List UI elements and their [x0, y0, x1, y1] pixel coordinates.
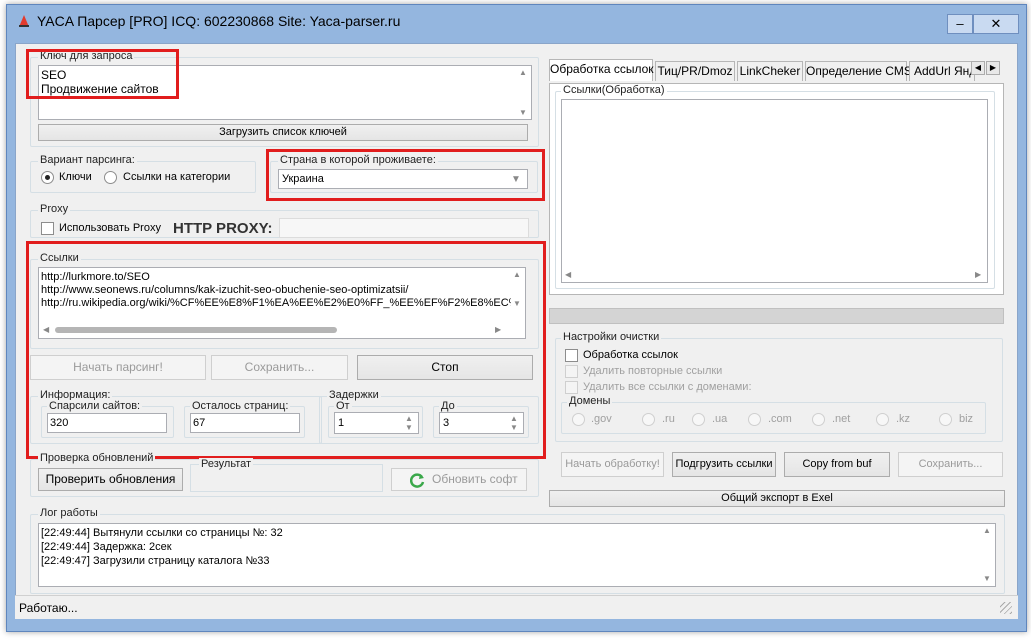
minimize-button[interactable]: –	[947, 14, 973, 34]
check-updates-button[interactable]: Проверить обновления	[38, 468, 183, 491]
remove-domains-checkbox[interactable]	[565, 381, 578, 394]
result-label: Результат	[199, 458, 254, 470]
log-label: Лог работы	[38, 507, 100, 519]
domain-radio[interactable]	[748, 413, 761, 426]
cleanup-label: Настройки очистки	[561, 331, 662, 343]
processing-textarea[interactable]: ◀ ▶	[561, 99, 988, 283]
domain-radio[interactable]	[939, 413, 952, 426]
domain-radio[interactable]	[572, 413, 585, 426]
domain-label: biz	[959, 413, 974, 425]
domain-label: .ru	[662, 413, 675, 425]
tab-scroll-left-icon[interactable]: ◀	[971, 61, 985, 75]
client-area: Ключ для запроса SEO Продвижение сайтов …	[15, 43, 1018, 615]
domain-label: .com	[768, 413, 792, 425]
domain-label: .gov	[591, 413, 612, 425]
proxy-label: Proxy	[38, 203, 71, 215]
log-textarea[interactable]: [22:49:44] Вытянули ссылки со страницы №…	[38, 523, 996, 587]
scroll-down-icon[interactable]: ▼	[519, 108, 527, 117]
remove-duplicates-label: Удалить повторные ссылки	[583, 365, 723, 377]
progress-bar	[549, 308, 1004, 324]
tab-cms-detection[interactable]: Определение CMS	[805, 61, 912, 81]
status-bar: Работаю...	[15, 595, 1018, 619]
close-button[interactable]: ✕	[973, 14, 1019, 34]
domain-radio[interactable]	[642, 413, 655, 426]
highlight-box	[26, 49, 179, 99]
scroll-up-icon[interactable]: ▲	[519, 68, 527, 77]
domain-label: .ua	[712, 413, 728, 425]
scroll-right-icon[interactable]: ▶	[975, 270, 981, 279]
tab-strip: Обработка ссылок Тиц/PR/Dmoz LinkCheker …	[549, 59, 975, 83]
process-links-checkbox[interactable]	[565, 349, 578, 362]
tab-scroll-right-icon[interactable]: ▶	[986, 61, 1000, 75]
update-software-label: Обновить софт	[432, 472, 518, 486]
highlight-box	[26, 241, 546, 459]
radio-category-links[interactable]	[104, 171, 117, 184]
title-bar[interactable]: YACA Парсер [PRO] ICQ: 602230868 Site: Y…	[7, 5, 1026, 37]
scroll-left-icon[interactable]: ◀	[565, 270, 571, 279]
updates-label: Проверка обновлений	[38, 452, 156, 464]
use-proxy-checkbox[interactable]	[41, 222, 54, 235]
log-line: [22:49:44] Вытянули ссылки со страницы №…	[41, 527, 283, 539]
use-proxy-label: Использовать Proxy	[59, 222, 161, 234]
scroll-down-icon[interactable]: ▼	[983, 574, 991, 583]
radio-category-links-label: Ссылки на категории	[123, 171, 231, 183]
update-software-button[interactable]: Обновить софт	[391, 468, 527, 491]
copy-from-buf-button[interactable]: Copy from buf	[784, 452, 890, 477]
domain-radio[interactable]	[812, 413, 825, 426]
log-line: [22:49:47] Загрузили страницу каталога №…	[41, 555, 270, 567]
remove-duplicates-checkbox[interactable]	[565, 365, 578, 378]
scroll-up-icon[interactable]: ▲	[983, 526, 991, 535]
tab-linkchecker[interactable]: LinkCheker	[737, 61, 803, 81]
refresh-icon	[410, 473, 425, 488]
http-proxy-label: HTTP PROXY:	[173, 220, 273, 237]
domain-label: .net	[832, 413, 851, 425]
export-excel-button[interactable]: Общий экспорт в Exel	[549, 490, 1005, 507]
highlight-box	[266, 149, 545, 201]
domain-radio[interactable]	[876, 413, 889, 426]
load-links-button[interactable]: Подгрузить ссылки	[672, 452, 776, 477]
radio-keys-label: Ключи	[59, 171, 92, 183]
window-title: YACA Парсер [PRO] ICQ: 602230868 Site: Y…	[37, 13, 401, 29]
domain-label: .kz	[896, 413, 911, 425]
process-links-label: Обработка ссылок	[583, 349, 678, 361]
tab-addurl-yandex[interactable]: AddUrl Янд	[909, 61, 975, 81]
radio-keys[interactable]	[41, 171, 54, 184]
app-window: YACA Парсер [PRO] ICQ: 602230868 Site: Y…	[6, 4, 1027, 632]
start-processing-button[interactable]: Начать обработку!	[561, 452, 664, 477]
log-line: [22:49:44] Задержка: 2сек	[41, 541, 172, 553]
domains-label: Домены	[567, 395, 613, 407]
remove-domains-label: Удалить все ссылки с доменами:	[583, 381, 752, 393]
proxy-input[interactable]	[279, 218, 529, 238]
save-processed-button[interactable]: Сохранить...	[898, 452, 1003, 477]
domain-radio[interactable]	[692, 413, 705, 426]
load-keys-button[interactable]: Загрузить список ключей	[38, 124, 528, 141]
tab-link-processing[interactable]: Обработка ссылок	[549, 59, 654, 81]
app-icon	[19, 15, 29, 27]
resize-grip-icon[interactable]	[1000, 602, 1012, 614]
parse-variant-label: Вариант парсинга:	[38, 154, 137, 166]
tab-tic-pr-dmoz[interactable]: Тиц/PR/Dmoz	[655, 61, 735, 81]
status-text: Работаю...	[19, 601, 78, 615]
processing-label: Ссылки(Обработка)	[561, 84, 667, 96]
